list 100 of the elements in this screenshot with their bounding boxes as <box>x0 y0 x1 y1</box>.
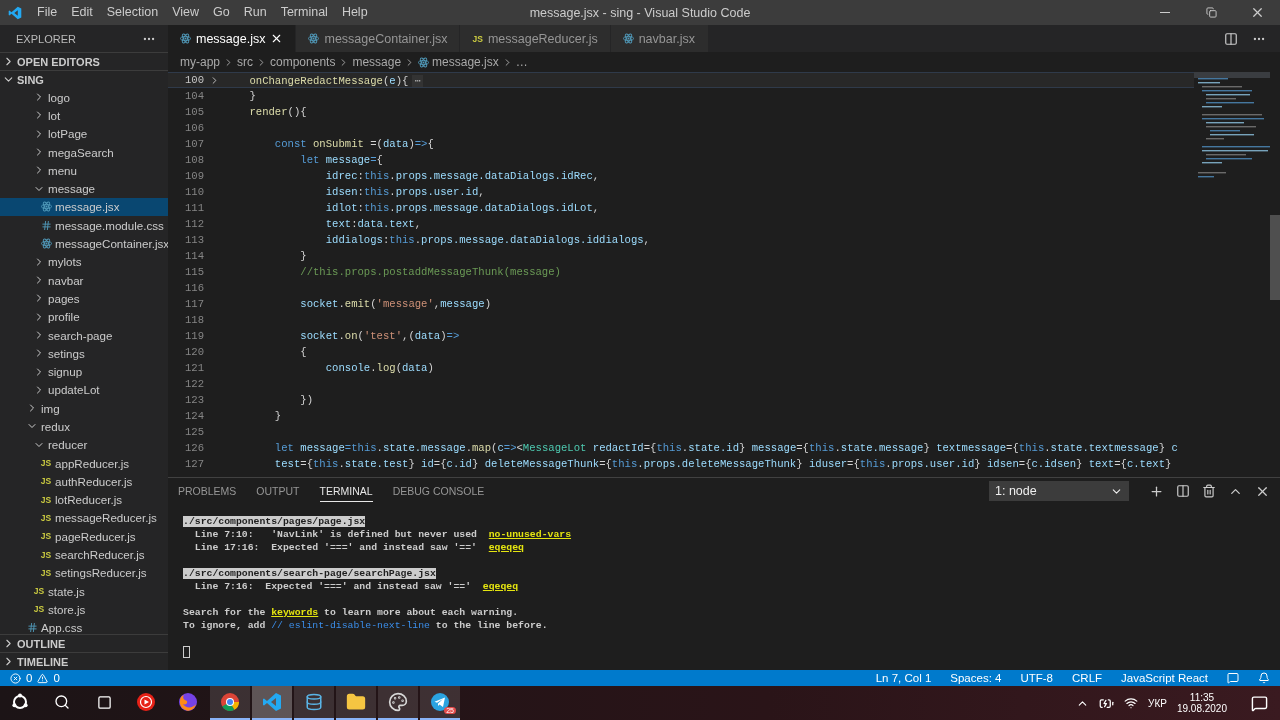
taskbar-app[interactable] <box>336 686 376 720</box>
status-item[interactable]: Ln 7, Col 1 <box>875 672 932 684</box>
explorer-folder[interactable]: updateLot <box>0 380 168 400</box>
panel-tab[interactable]: PROBLEMS <box>178 480 237 502</box>
panel-tab[interactable]: TERMINAL <box>319 480 373 502</box>
explorer-folder[interactable]: message <box>0 179 168 198</box>
notification-icon[interactable] <box>1251 694 1268 712</box>
terminal-picker[interactable]: 1: node <box>989 481 1129 501</box>
palette-icon <box>388 692 408 712</box>
code-line: { <box>299 346 307 358</box>
bell-icon[interactable] <box>1258 672 1270 684</box>
section-header[interactable]: OPEN EDITORS <box>0 52 168 70</box>
explorer-entry[interactable]: message.module.css <box>0 216 168 235</box>
atom-icon <box>40 201 52 213</box>
explorer-folder[interactable]: reducer <box>0 435 168 454</box>
code-line: idrec:this.props.message.dataDialogs.idRec, <box>324 170 600 182</box>
explorer-folder[interactable]: setings <box>0 344 168 363</box>
clock-time[interactable]: 11:35 <box>1189 692 1215 703</box>
explorer-entry[interactable]: JS setingsReducer.js <box>0 563 168 582</box>
explorer-folder[interactable]: img <box>0 399 168 418</box>
warning-count[interactable]: 0 <box>53 672 60 684</box>
taskbar-app[interactable] <box>294 686 334 720</box>
status-item[interactable]: Spaces: 4 <box>950 672 1002 684</box>
section-header[interactable]: OUTLINE <box>0 634 168 652</box>
split-terminal-icon[interactable] <box>1176 484 1190 498</box>
line-number: 110 <box>183 186 204 198</box>
breadcrumb-item[interactable]: … <box>515 55 528 69</box>
js-icon: JS <box>40 458 52 469</box>
explorer-folder[interactable]: redux <box>0 417 168 436</box>
explorer-entry[interactable]: JS appReducer.js <box>0 453 168 473</box>
editor-tab[interactable]: messageContainer.jsx <box>296 25 461 52</box>
line-number: 121 <box>183 362 204 374</box>
hash-icon <box>40 219 52 231</box>
panel-tab[interactable]: DEBUG CONSOLE <box>392 480 485 502</box>
editor-tab[interactable]: message.jsx <box>168 25 297 52</box>
explorer-entry[interactable]: JS authReducer.js <box>0 472 168 491</box>
wifi-icon[interactable] <box>1124 696 1139 710</box>
taskbar-app[interactable] <box>210 686 250 720</box>
app-logo-icon <box>8 5 22 20</box>
explorer-entry[interactable]: JS messageReducer.js <box>0 508 168 528</box>
language-indicator[interactable]: УКР <box>1148 697 1167 709</box>
titlebar-command[interactable]: Terminal <box>273 0 335 25</box>
titlebar-command[interactable]: File <box>30 0 65 25</box>
explorer-folder[interactable]: lotPage <box>0 124 168 143</box>
database-icon <box>305 693 323 711</box>
explorer-folder[interactable]: mylots <box>0 252 168 271</box>
titlebar-command[interactable]: View <box>165 0 206 25</box>
explorer-entry[interactable]: JS lotReducer.js <box>0 490 168 509</box>
explorer-folder[interactable]: search-page <box>0 325 168 345</box>
titlebar-command[interactable]: Selection <box>99 0 166 25</box>
error-icon <box>10 672 21 684</box>
breadcrumb-item[interactable]: src <box>237 55 253 69</box>
js-icon: JS <box>40 494 52 505</box>
breadcrumb-item[interactable]: my-app <box>180 55 220 69</box>
error-count[interactable]: 0 <box>26 672 33 684</box>
split-editor-icon[interactable] <box>1224 31 1238 46</box>
line-number: 124 <box>183 410 204 422</box>
titlebar-command[interactable]: Go <box>206 0 237 25</box>
breadcrumb-item[interactable]: message <box>352 55 402 69</box>
clock-date[interactable]: 19.08.2020 <box>1176 703 1227 714</box>
speech-bubble-icon[interactable] <box>1227 672 1239 684</box>
explorer-entry[interactable]: JS searchReducer.js <box>0 545 168 564</box>
plus-icon[interactable] <box>1149 483 1164 499</box>
panel-tab[interactable]: OUTPUT <box>256 480 300 502</box>
taskbar-app[interactable] <box>378 686 418 720</box>
code-line: //this.props.postaddMessageThunk(message) <box>299 266 561 278</box>
editor-tab[interactable]: navbar.jsx <box>610 25 709 52</box>
line-number: 119 <box>183 330 204 342</box>
browser-icon <box>220 692 240 712</box>
terminal-line: To ignore, add // eslint-disable-next-line to the line before. <box>183 620 549 633</box>
code-line: test={this.state.test} id={c.id} deleteMessageThunk={this.props.deleteMessageThunk} iduser={this.props.user.id} idsen={c.idsen} text={c.text} <box>273 458 1172 470</box>
explorer-entry[interactable]: App.css <box>0 618 168 634</box>
explorer-entry[interactable]: message.jsx <box>0 197 168 217</box>
line-number: 105 <box>183 106 204 118</box>
explorer-folder[interactable]: logo <box>0 88 168 107</box>
explorer-entry[interactable]: JS store.js <box>0 600 168 619</box>
explorer-folder[interactable]: pages <box>0 289 168 308</box>
editor-tab[interactable]: JS messageReducer.js <box>460 25 611 52</box>
scrollbar-thumb[interactable] <box>1270 215 1280 300</box>
explorer-folder[interactable]: profile <box>0 307 168 326</box>
explorer-entry[interactable]: JS pageReducer.js <box>0 527 168 546</box>
explorer-entry[interactable]: JS state.js <box>0 582 168 601</box>
status-item[interactable]: UTF-8 <box>1020 672 1054 684</box>
breadcrumb-item[interactable]: components <box>270 55 336 69</box>
explorer-folder[interactable]: lot <box>0 106 168 125</box>
status-item[interactable]: CRLF <box>1072 672 1103 684</box>
explorer-folder[interactable]: signup <box>0 362 168 381</box>
atom-icon <box>40 238 52 249</box>
trash-icon[interactable] <box>1202 484 1216 498</box>
explorer-folder[interactable]: menu <box>0 161 168 180</box>
explorer-folder[interactable]: megaSearch <box>0 142 168 162</box>
titlebar-command[interactable]: Help <box>334 0 375 25</box>
code-line: idsen:this.props.user.id, <box>324 186 485 198</box>
section-header[interactable]: SING <box>0 70 168 88</box>
explorer-folder[interactable]: navbar <box>0 270 168 290</box>
breadcrumb-item[interactable]: message.jsx <box>432 55 499 69</box>
titlebar-command[interactable]: Edit <box>64 0 100 25</box>
line-number: 123 <box>183 394 204 406</box>
titlebar-command[interactable]: Run <box>236 0 274 25</box>
status-item[interactable]: JavaScript React <box>1121 672 1208 684</box>
